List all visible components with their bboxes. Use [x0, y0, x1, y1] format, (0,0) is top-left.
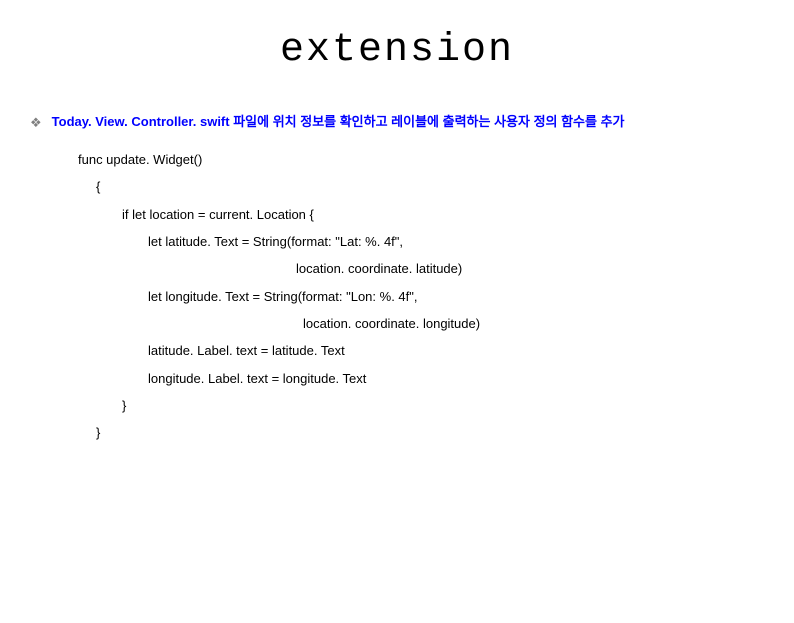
code-line: func update. Widget()	[78, 146, 794, 173]
code-line: }	[78, 419, 794, 446]
code-line: {	[78, 173, 794, 200]
code-block: func update. Widget() { if let location …	[78, 146, 794, 446]
code-line: latitude. Label. text = latitude. Text	[78, 337, 794, 364]
code-line: }	[78, 392, 794, 419]
code-line: longitude. Label. text = longitude. Text	[78, 365, 794, 392]
diamond-bullet-icon: ❖	[30, 114, 42, 132]
code-line: location. coordinate. latitude)	[78, 255, 794, 282]
heading-row: ❖ Today. View. Controller. swift 파일에 위치 …	[30, 113, 794, 132]
section-heading: Today. View. Controller. swift 파일에 위치 정보…	[52, 113, 625, 131]
code-line: if let location = current. Location {	[78, 201, 794, 228]
code-line: let longitude. Text = String(format: "Lo…	[78, 283, 794, 310]
page-title: extension	[0, 28, 794, 73]
code-line: let latitude. Text = String(format: "Lat…	[78, 228, 794, 255]
code-line: location. coordinate. longitude)	[78, 310, 794, 337]
content-area: ❖ Today. View. Controller. swift 파일에 위치 …	[0, 113, 794, 446]
